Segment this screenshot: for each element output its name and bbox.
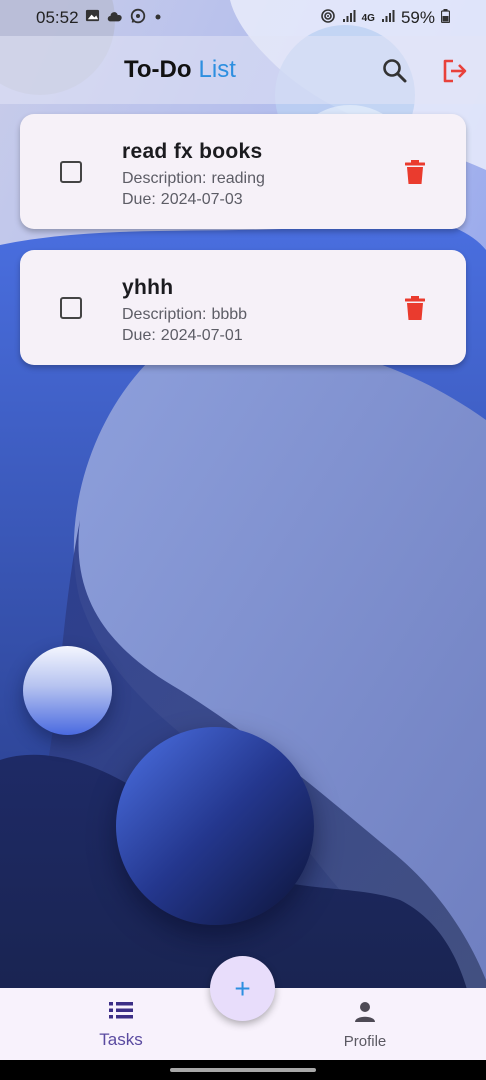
search-icon <box>383 59 407 83</box>
task-due-date: Due: 2024-07-01 <box>122 327 243 345</box>
list-icon <box>109 1002 133 1019</box>
status-bar: 05:52 4G 59% <box>0 0 486 36</box>
task-description-label: Description: <box>122 306 207 323</box>
task-due-label: Due: <box>122 327 156 344</box>
app-bar: To-Do List <box>0 36 486 104</box>
dot-icon <box>152 8 164 28</box>
status-bar-right: 4G 59% <box>320 8 451 29</box>
task-description: Description: bbbb <box>122 306 247 324</box>
decorative-sphere-large <box>116 727 314 925</box>
signal-4g-icon <box>381 8 395 28</box>
battery-icon <box>440 8 451 28</box>
task-description: Description: reading <box>122 170 265 188</box>
trash-icon <box>405 296 425 320</box>
nav-label-tasks: Tasks <box>99 1030 143 1049</box>
task-due-value: 2024-07-03 <box>160 191 243 208</box>
task-due-label: Due: <box>122 191 156 208</box>
battery-percent: 59% <box>400 8 435 27</box>
status-time: 05:52 <box>36 8 79 27</box>
delete-task-button[interactable] <box>403 295 427 321</box>
task-list: read fx books Description: reading Due: … <box>20 114 466 386</box>
gesture-bar <box>0 1060 486 1080</box>
task-due-value: 2024-07-01 <box>160 327 243 344</box>
gesture-handle[interactable] <box>170 1068 316 1072</box>
network-type: 4G <box>361 12 375 24</box>
cloud-icon <box>106 8 124 28</box>
task-description-value: bbbb <box>211 306 248 323</box>
task-description-label: Description: <box>122 170 207 187</box>
signal-icon <box>342 8 356 28</box>
whatsapp-icon <box>130 8 146 29</box>
nav-item-tasks[interactable]: Tasks <box>70 988 172 1060</box>
search-button[interactable] <box>380 56 410 86</box>
delete-task-button[interactable] <box>403 159 427 185</box>
page-title: To-Do List <box>124 56 236 84</box>
trash-icon <box>405 160 425 184</box>
task-due-date: Due: 2024-07-03 <box>122 191 243 209</box>
title-main: To-Do <box>124 56 192 83</box>
task-description-value: reading <box>211 170 265 187</box>
task-checkbox[interactable] <box>60 297 82 319</box>
status-bar-left: 05:52 <box>36 8 164 29</box>
image-icon <box>85 8 100 28</box>
person-icon <box>355 1002 375 1022</box>
add-icon: + <box>234 972 251 1004</box>
task-title: read fx books <box>122 140 263 163</box>
add-task-button[interactable]: + <box>210 956 275 1021</box>
hotspot-icon <box>320 8 336 29</box>
title-accent: List <box>198 56 236 83</box>
logout-icon <box>443 59 467 83</box>
task-title: yhhh <box>122 276 174 299</box>
decorative-sphere-small <box>23 646 112 735</box>
task-checkbox[interactable] <box>60 161 82 183</box>
nav-item-profile[interactable]: Profile <box>315 988 415 1060</box>
nav-label-profile: Profile <box>343 1033 387 1050</box>
task-card[interactable]: read fx books Description: reading Due: … <box>20 114 466 229</box>
logout-button[interactable] <box>440 56 470 86</box>
task-card[interactable]: yhhh Description: bbbb Due: 2024-07-01 <box>20 250 466 365</box>
